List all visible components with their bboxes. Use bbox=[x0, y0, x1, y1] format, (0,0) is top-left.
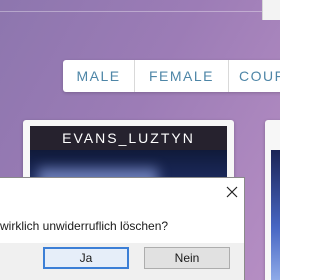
screen: MALE FEMALE COUF EVANS_LUZTYN wirklich u… bbox=[0, 0, 280, 280]
profile-card-partial-image[interactable] bbox=[271, 150, 280, 280]
no-button[interactable]: Nein bbox=[144, 247, 230, 269]
top-divider bbox=[0, 11, 280, 12]
tab-male[interactable]: MALE bbox=[63, 60, 135, 92]
gender-tab-bar: MALE FEMALE COUF bbox=[63, 60, 280, 92]
close-icon[interactable] bbox=[222, 182, 242, 202]
profile-card-partial[interactable] bbox=[265, 120, 280, 280]
top-right-panel bbox=[262, 0, 280, 20]
dialog-message: wirklich unwiderruflich löschen? bbox=[0, 219, 169, 233]
profile-card-title: EVANS_LUZTYN bbox=[30, 126, 227, 150]
tab-couple[interactable]: COUF bbox=[229, 60, 280, 92]
tab-female[interactable]: FEMALE bbox=[135, 60, 229, 92]
yes-button[interactable]: Ja bbox=[43, 247, 129, 269]
confirm-delete-dialog: wirklich unwiderruflich löschen? Ja Nein bbox=[0, 177, 245, 280]
